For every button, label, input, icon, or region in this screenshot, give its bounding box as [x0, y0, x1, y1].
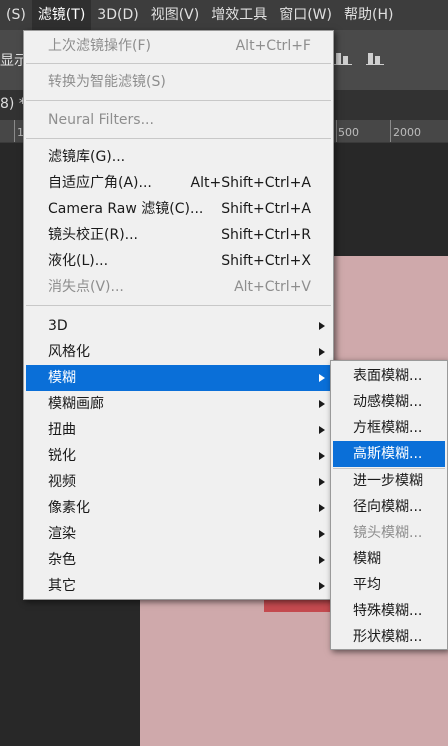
menu-item-blur[interactable]: 模糊 — [26, 365, 331, 391]
menu-bar: (S) 滤镜(T) 3D(D) 视图(V) 增效工具 窗口(W) 帮助(H) — [0, 0, 448, 30]
menu-3d[interactable]: 3D(D) — [91, 0, 144, 30]
submenu-item-surface-blur[interactable]: 表面模糊... — [333, 363, 445, 389]
submenu-item-box-blur[interactable]: 方框模糊... — [333, 415, 445, 441]
filter-menu: 上次滤镜操作(F) Alt+Ctrl+F 转换为智能滤镜(S) Neural Fi… — [23, 30, 334, 600]
menu-separator — [26, 63, 331, 64]
menu-item-convert-smart-filter: 转换为智能滤镜(S) — [48, 74, 166, 90]
menu-filter[interactable]: 滤镜(T) — [31, 0, 92, 30]
blur-submenu: 表面模糊... 动感模糊... 方框模糊... 高斯模糊... 进一步模糊 径向… — [330, 360, 448, 650]
menu-plugins[interactable]: 增效工具 — [205, 0, 273, 30]
menu-item-liquify[interactable]: 液化(L)... Shift+Ctrl+X — [26, 248, 331, 274]
submenu-item-radial-blur[interactable]: 径向模糊... — [333, 494, 445, 520]
menu-item-neural-filters: Neural Filters... — [48, 112, 154, 128]
chevron-right-icon — [319, 322, 325, 330]
chevron-right-icon — [319, 504, 325, 512]
menu-item-vanishing-point: 消失点(V)... Alt+Ctrl+V — [48, 279, 311, 295]
menu-separator — [26, 305, 331, 306]
chevron-right-icon — [319, 374, 325, 382]
menu-help[interactable]: 帮助(H) — [338, 0, 399, 30]
menu-item-noise[interactable]: 杂色 — [26, 547, 331, 573]
menu-item-video[interactable]: 视频 — [26, 469, 331, 495]
menu-item-distort[interactable]: 扭曲 — [26, 417, 331, 443]
menu-item-other[interactable]: 其它 — [26, 573, 331, 599]
submenu-item-blur[interactable]: 模糊 — [333, 546, 445, 572]
menu-window[interactable]: 窗口(W) — [273, 0, 338, 30]
submenu-item-smart-blur[interactable]: 特殊模糊... — [333, 598, 445, 624]
menu-item-stylize[interactable]: 风格化 — [26, 339, 331, 365]
menu-item-last-filter: 上次滤镜操作(F) Alt+Ctrl+F — [48, 38, 311, 54]
menu-item-lens-correction[interactable]: 镜头校正(R)... Shift+Ctrl+R — [26, 222, 331, 248]
menu-item-sharpen[interactable]: 锐化 — [26, 443, 331, 469]
chevron-right-icon — [319, 426, 325, 434]
document-tab[interactable]: 8) * — [0, 96, 26, 112]
menu-item-camera-raw[interactable]: Camera Raw 滤镜(C)... Shift+Ctrl+A — [26, 196, 331, 222]
chevron-right-icon — [319, 530, 325, 538]
ruler-tick: 2000 — [393, 126, 421, 139]
submenu-item-motion-blur[interactable]: 动感模糊... — [333, 389, 445, 415]
menu-item-3d[interactable]: 3D — [26, 313, 331, 339]
submenu-item-shape-blur[interactable]: 形状模糊... — [333, 624, 445, 650]
menu-item-filter-gallery[interactable]: 滤镜库(G)... — [26, 144, 331, 170]
chevron-right-icon — [319, 400, 325, 408]
menu-item-adaptive-wide-angle[interactable]: 自适应广角(A)... Alt+Shift+Ctrl+A — [26, 170, 331, 196]
distribute-icon[interactable] — [366, 50, 384, 66]
align-bottom-icon[interactable] — [334, 50, 352, 66]
submenu-item-blur-more[interactable]: 进一步模糊 — [333, 468, 445, 494]
menu-item-pixelate[interactable]: 像素化 — [26, 495, 331, 521]
menu-separator — [26, 100, 331, 101]
chevron-right-icon — [319, 478, 325, 486]
chevron-right-icon — [319, 348, 325, 356]
submenu-item-average[interactable]: 平均 — [333, 572, 445, 598]
submenu-item-lens-blur: 镜头模糊... — [353, 525, 423, 541]
submenu-item-gaussian-blur[interactable]: 高斯模糊... — [333, 441, 445, 467]
menu-select[interactable]: (S) — [0, 0, 32, 30]
menu-view[interactable]: 视图(V) — [145, 0, 206, 30]
chevron-right-icon — [319, 582, 325, 590]
chevron-right-icon — [319, 556, 325, 564]
ruler-tick: 500 — [338, 126, 359, 139]
menu-separator — [26, 138, 331, 139]
menu-item-blur-gallery[interactable]: 模糊画廊 — [26, 391, 331, 417]
align-tools — [334, 50, 384, 66]
menu-item-render[interactable]: 渲染 — [26, 521, 331, 547]
chevron-right-icon — [319, 452, 325, 460]
